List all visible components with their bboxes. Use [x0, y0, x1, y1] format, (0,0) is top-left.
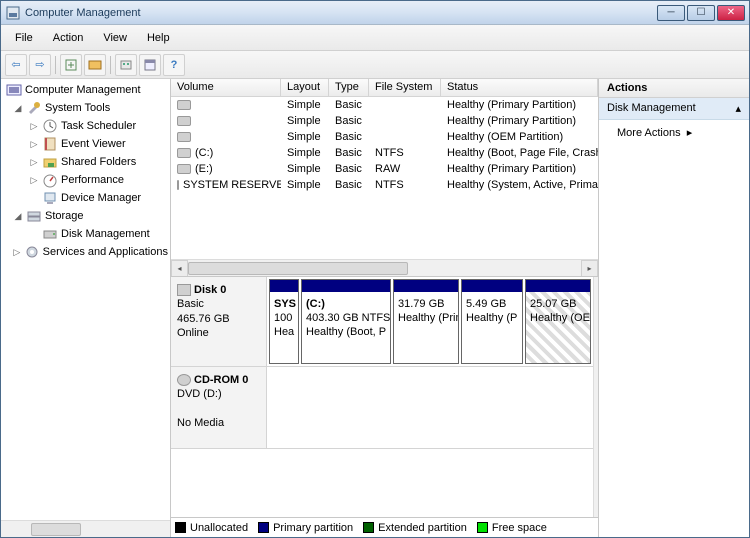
tree-shared-folders[interactable]: ▷ Shared Folders [1, 153, 170, 171]
actions-disk-mgmt[interactable]: Disk Management ▴ [599, 98, 749, 120]
tree-task-scheduler[interactable]: ▷ Task Scheduler [1, 117, 170, 135]
disk-0-label: Disk 0 Basic 465.76 GB Online [171, 277, 267, 366]
volume-icon [177, 100, 191, 110]
menu-view[interactable]: View [93, 29, 137, 47]
volume-row[interactable]: SYSTEM RESERVEDSimpleBasicNTFSHealthy (S… [171, 177, 598, 193]
volume-list: Volume Layout Type File System Status Si… [171, 79, 598, 277]
expand-icon[interactable]: ▷ [29, 121, 39, 132]
partition[interactable]: 5.49 GBHealthy (P [461, 279, 523, 364]
tree-root-label: Computer Management [25, 84, 141, 96]
tree-task-scheduler-label: Task Scheduler [61, 120, 136, 132]
tree-device-manager[interactable]: ▷ Device Manager [1, 189, 170, 207]
back-button[interactable]: ⇦ [5, 54, 27, 76]
volume-row[interactable]: SimpleBasicHealthy (Primary Partition) [171, 113, 598, 129]
console-icon [6, 82, 22, 98]
tree-storage-label: Storage [45, 210, 84, 222]
disk-row-cdrom[interactable]: CD-ROM 0 DVD (D:) No Media [171, 367, 593, 449]
menu-help[interactable]: Help [137, 29, 180, 47]
book-icon [42, 136, 58, 152]
collapse-icon[interactable]: ◢ [13, 103, 23, 114]
volume-icon [177, 148, 191, 158]
volume-row[interactable]: (E:)SimpleBasicRAWHealthy (Primary Parti… [171, 161, 598, 177]
tree-performance-label: Performance [61, 174, 124, 186]
expand-icon[interactable]: ▷ [29, 175, 39, 186]
device-icon [42, 190, 58, 206]
tool-btn-1[interactable] [60, 54, 82, 76]
menu-action[interactable]: Action [43, 29, 94, 47]
expand-icon[interactable]: ▷ [29, 139, 39, 150]
meter-icon [42, 172, 58, 188]
titlebar[interactable]: Computer Management ─ ☐ ✕ [1, 1, 749, 25]
toolbar: ⇦ ⇨ ? [1, 51, 749, 79]
menu-file[interactable]: File [5, 29, 43, 47]
disk-map: Disk 0 Basic 465.76 GB Online SYS100Hea(… [171, 277, 598, 537]
close-button[interactable]: ✕ [717, 5, 745, 21]
volume-row[interactable]: (C:)SimpleBasicNTFSHealthy (Boot, Page F… [171, 145, 598, 161]
app-icon [5, 5, 21, 21]
tool-btn-2[interactable] [84, 54, 106, 76]
folder-icon [42, 154, 58, 170]
tree-services-label: Services and Applications [43, 246, 168, 258]
disk-icon [42, 226, 58, 242]
volume-h-scrollbar[interactable]: ◂ ▸ [171, 259, 598, 276]
tree-device-manager-label: Device Manager [61, 192, 141, 204]
forward-button[interactable]: ⇨ [29, 54, 51, 76]
volume-icon [177, 132, 191, 142]
menubar: File Action View Help [1, 25, 749, 51]
col-layout[interactable]: Layout [281, 79, 329, 96]
disk-icon [177, 284, 191, 296]
partition[interactable]: 31.79 GBHealthy (Prim [393, 279, 459, 364]
maximize-button[interactable]: ☐ [687, 5, 715, 21]
tree-services[interactable]: ▷ Services and Applications [1, 243, 170, 261]
tree-h-scrollbar[interactable] [1, 520, 170, 537]
partition[interactable]: SYS100Hea [269, 279, 299, 364]
tool-btn-4[interactable] [139, 54, 161, 76]
collapse-icon: ▴ [735, 102, 741, 115]
tree-disk-management[interactable]: ▷ Disk Management [1, 225, 170, 243]
tree-panel: Computer Management ◢ System Tools ▷ Tas… [1, 79, 171, 537]
help-button[interactable]: ? [163, 54, 185, 76]
tree-event-viewer-label: Event Viewer [61, 138, 126, 150]
collapse-icon[interactable]: ◢ [13, 211, 23, 222]
expand-icon[interactable]: ▷ [29, 157, 39, 168]
volume-row[interactable]: SimpleBasicHealthy (OEM Partition) [171, 129, 598, 145]
actions-panel: Actions Disk Management ▴ More Actions ▸ [599, 79, 749, 537]
volume-icon [177, 180, 179, 190]
expand-icon[interactable]: ▷ [13, 247, 21, 258]
col-type[interactable]: Type [329, 79, 369, 96]
legend: Unallocated Primary partition Extended p… [171, 517, 598, 537]
gear-icon [24, 244, 40, 260]
wrench-icon [26, 100, 42, 116]
tree-shared-folders-label: Shared Folders [61, 156, 136, 168]
storage-icon [26, 208, 42, 224]
tree-system-tools[interactable]: ◢ System Tools [1, 99, 170, 117]
partition[interactable]: 25.07 GBHealthy (OEM [525, 279, 591, 364]
col-fs[interactable]: File System [369, 79, 441, 96]
tree-event-viewer[interactable]: ▷ Event Viewer [1, 135, 170, 153]
disk-v-scrollbar[interactable] [593, 277, 598, 517]
partition[interactable]: (C:)403.30 GB NTFSHealthy (Boot, P [301, 279, 391, 364]
col-status[interactable]: Status [441, 79, 598, 96]
col-volume[interactable]: Volume [171, 79, 281, 96]
tree-disk-management-label: Disk Management [61, 228, 150, 240]
volume-icon [177, 116, 191, 126]
actions-title: Actions [599, 79, 749, 98]
window-title: Computer Management [25, 7, 657, 19]
tree-storage[interactable]: ◢ Storage [1, 207, 170, 225]
tree-performance[interactable]: ▷ Performance [1, 171, 170, 189]
minimize-button[interactable]: ─ [657, 5, 685, 21]
tree-root[interactable]: Computer Management [1, 81, 170, 99]
volume-row[interactable]: SimpleBasicHealthy (Primary Partition) [171, 97, 598, 113]
refresh-button[interactable] [115, 54, 137, 76]
cdrom-icon [177, 374, 191, 386]
volume-icon [177, 164, 191, 174]
cdrom-label: CD-ROM 0 DVD (D:) No Media [171, 367, 267, 448]
actions-more[interactable]: More Actions ▸ [599, 120, 749, 145]
disk-row-0[interactable]: Disk 0 Basic 465.76 GB Online SYS100Hea(… [171, 277, 593, 367]
clock-icon [42, 118, 58, 134]
tree-system-tools-label: System Tools [45, 102, 110, 114]
